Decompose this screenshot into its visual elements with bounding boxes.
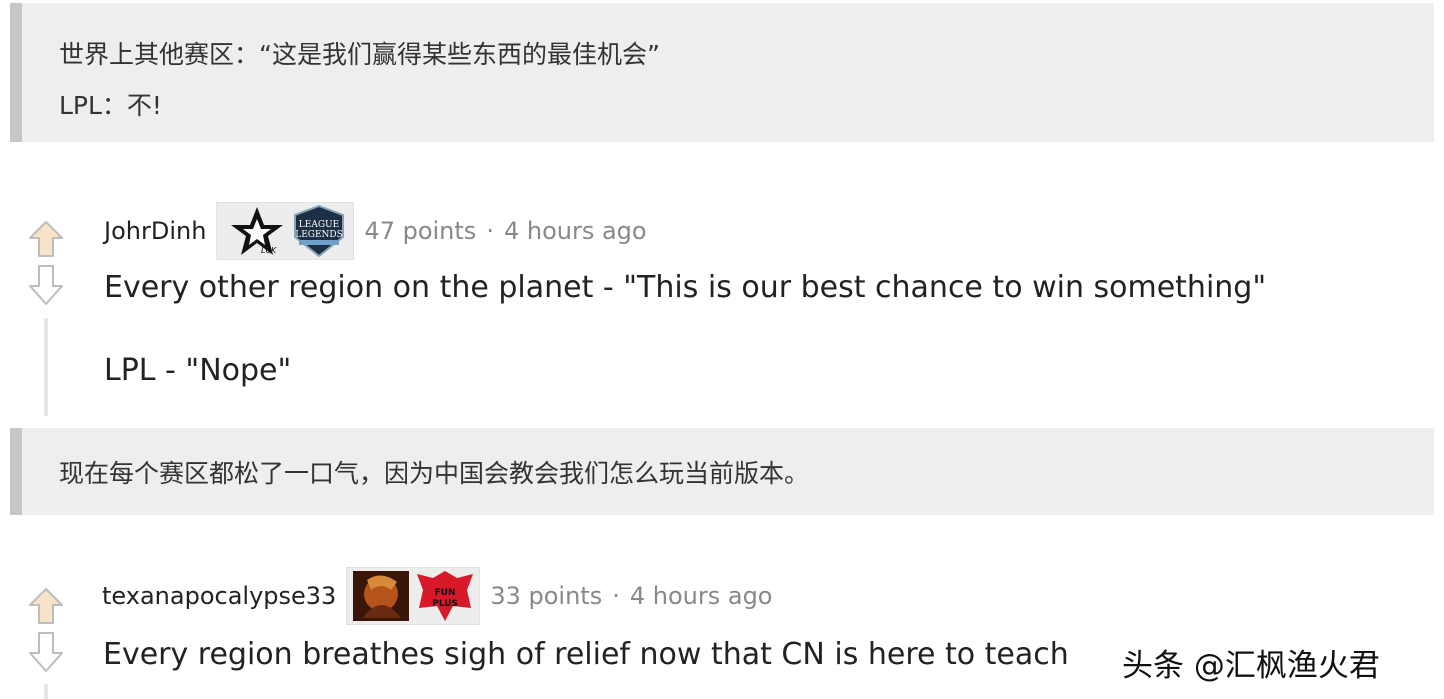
translation-quote-1: 世界上其他赛区：“这是我们赢得某些东西的最佳机会” LPL：不! [10, 3, 1434, 142]
downvote-arrow-icon[interactable] [28, 631, 64, 673]
comment-meta: JohrDinh LCK LEAGUE LEGENDS 47 points · … [104, 202, 647, 260]
svg-text:LEAGUE: LEAGUE [299, 220, 339, 230]
comment-time[interactable]: 4 hours ago [630, 582, 773, 610]
page: 世界上其他赛区：“这是我们赢得某些东西的最佳机会” LPL：不! JohrDin… [0, 0, 1444, 699]
comment-points: 33 points [490, 582, 603, 610]
upvote-arrow-icon[interactable] [28, 220, 64, 258]
comment-points: 47 points [364, 217, 477, 245]
champion-portrait-icon [353, 571, 410, 621]
username-link[interactable]: texanapocalypse33 [102, 582, 336, 610]
thread-line[interactable] [44, 684, 48, 699]
comment-body-paragraph: Every region breathes sigh of relief now… [103, 637, 1069, 672]
funplus-phoenix-logo-icon: FUN PLUS [417, 571, 474, 621]
svg-text:FUN: FUN [435, 588, 456, 598]
translation-line: 世界上其他赛区：“这是我们赢得某些东西的最佳机会” [59, 40, 660, 69]
user-flair: LCK LEAGUE LEGENDS [216, 202, 355, 260]
meta-separator: · [486, 217, 494, 245]
translation-quote-2: 现在每个赛区都松了一口气，因为中国会教会我们怎么玩当前版本。 [10, 428, 1434, 515]
translation-line: 现在每个赛区都松了一口气，因为中国会教会我们怎么玩当前版本。 [59, 459, 810, 488]
league-of-legends-championship-logo-icon: LEAGUE LEGENDS [294, 204, 345, 258]
username-link[interactable]: JohrDinh [104, 217, 206, 245]
svg-text:LCK: LCK [261, 246, 277, 255]
user-flair: FUN PLUS [346, 567, 481, 625]
thread-line[interactable] [44, 318, 48, 416]
watermark: 头条 @汇枫渔火君 [1122, 648, 1380, 684]
upvote-arrow-icon[interactable] [28, 587, 64, 625]
svg-text:PLUS: PLUS [432, 599, 458, 609]
downvote-arrow-icon[interactable] [28, 264, 64, 306]
meta-separator: · [612, 582, 620, 610]
comment-body-paragraph: Every other region on the planet - "This… [104, 270, 1267, 305]
comment-time[interactable]: 4 hours ago [504, 217, 647, 245]
comment-meta: texanapocalypse33 FUN PLUS 33 points · 4… [102, 567, 773, 625]
translation-line: LPL：不! [59, 91, 162, 120]
svg-text:LEGENDS: LEGENDS [296, 230, 344, 240]
comment-body-paragraph: LPL - "Nope" [104, 353, 292, 388]
